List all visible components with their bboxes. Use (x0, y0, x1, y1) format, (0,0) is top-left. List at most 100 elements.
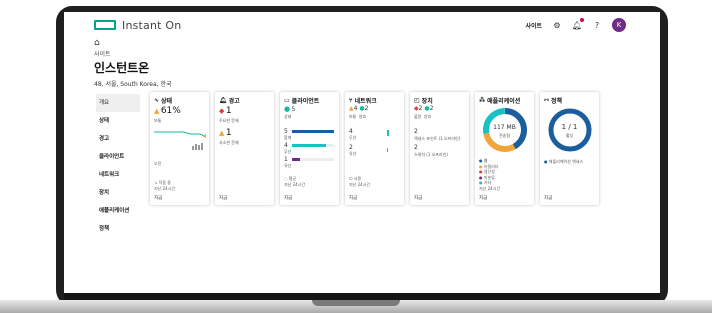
network-note: ⌬ 사용 지난 24시간 (349, 176, 371, 187)
clients-row: 1 유선 (284, 156, 336, 169)
sidebar-item-status[interactable]: 상태 (96, 112, 140, 130)
clients-bar-fill (292, 130, 334, 133)
network-count-labels: 보통 양호 (349, 114, 367, 119)
page-header: ⌂ 사이트 인스턴트온 48, 서울, South Korea, 한국 (94, 38, 172, 88)
clock-icon: ◌ (284, 176, 288, 181)
sidebar-item-overview[interactable]: 개요 (96, 94, 140, 112)
laptop-icon: ▭ (284, 97, 290, 104)
policy-ratio: 1 / 1 (561, 123, 578, 131)
alerts-minor: ▲ 1 (219, 128, 232, 138)
status-note: ↘ 작동 중 지난 24시간 (154, 180, 176, 191)
applications-card-title: ⁂ 애플리케이션 (479, 97, 521, 105)
bell-icon: 🔔︎ (219, 97, 227, 104)
site-location: 48, 서울, South Korea, 한국 (94, 81, 172, 88)
clients-count: ● 5 (284, 105, 296, 113)
sidebar-item-devices[interactable]: 장치 (96, 184, 140, 202)
devices-ap-value: 2 (414, 128, 418, 135)
status-card-footer: 지금 (154, 196, 163, 201)
sidebar-item-clients[interactable]: 클라이언트 (96, 148, 140, 166)
devices-switch-value: 2 (414, 144, 418, 151)
policy-ratio-label: 활성 (565, 133, 574, 138)
brand-logo-icon (94, 20, 116, 30)
applications-total: 117 MB (493, 124, 516, 131)
avatar[interactable]: K (612, 18, 626, 32)
clients-card-title: ▭ 클라이언트 (284, 97, 320, 105)
overview-cards: ∿ 상태 ▲ 61% 보통 오전 ↘ 작동 중 지난 24시간 지금 🔔︎ 경고 ◆ … (150, 92, 599, 205)
alerts-major: ◆ 1 (219, 106, 232, 116)
network-wired-label: 유선 (349, 151, 357, 156)
top-right-controls: 사이트 ⚙ 🔔︎ ? K (525, 18, 626, 32)
trend-icon: ↘ (154, 180, 158, 185)
brand-name: Instant On (122, 18, 182, 32)
pulse-icon: ∿ (154, 97, 160, 104)
network-wired-value: 2 (349, 144, 353, 151)
device-icon: ◰ (414, 97, 420, 104)
sidebar-item-applications[interactable]: 애플리케이션 (96, 202, 140, 220)
devices-count-labels: 불량 양호 (414, 114, 432, 119)
clients-bar-wireless (292, 144, 334, 147)
devices-switch-label: 스위치 (1 오프라인) (414, 152, 448, 157)
sidebar-nav: 개요 상태 경고 클라이언트 네트워크 장치 애플리케이션 정책 (96, 94, 140, 238)
status-sub: 보통 (154, 118, 162, 123)
devices-card-footer: 지금 (414, 196, 423, 201)
alerts-card-title: 🔔︎ 경고 (219, 97, 240, 105)
network-wireless-value: 4 (349, 128, 353, 135)
usage-icon: ⌬ (349, 176, 353, 181)
status-x-label: 오전 (154, 161, 162, 166)
notification-dot (580, 18, 584, 22)
clients-card-footer: 지금 (284, 196, 293, 201)
devices-card[interactable]: ◰ 장치 ◆2 ●2 불량 양호 2 액세스 포인트 (1 오프라인) 2 스위치… (410, 92, 469, 205)
alerts-card-footer: 지금 (219, 196, 228, 201)
sidebar-item-alerts[interactable]: 경고 (96, 130, 140, 148)
status-card-title: ∿ 상태 (154, 97, 173, 105)
home-icon[interactable]: ⌂ (94, 38, 172, 48)
clients-note: ◌ 평균 지난 24시간 (284, 176, 306, 187)
clients-bar-wired (292, 158, 334, 161)
alerts-card[interactable]: 🔔︎ 경고 ◆ 1 주요한 문제 ▲ 1 사소한 문제 지금 (215, 92, 274, 205)
clients-bar-total (292, 130, 334, 133)
network-card-footer: 지금 (349, 196, 358, 201)
status-card[interactable]: ∿ 상태 ▲ 61% 보통 오전 ↘ 작동 중 지난 24시간 지금 (150, 92, 209, 205)
major-issue-icon: ◆ (219, 107, 225, 115)
gear-icon[interactable]: ⚙ (552, 20, 562, 30)
status-dot-icon: ● (284, 105, 291, 113)
minor-issue-icon: ▲ (219, 129, 225, 137)
applications-card-footer: 지금 (479, 196, 488, 201)
policy-card-footer: 지금 (544, 196, 553, 201)
applications-note: 지난 24시간 (479, 185, 501, 191)
policy-card[interactable]: ⚯ 정책 1 / 1 활성 ● 애플리케이션 액세스 지금 (540, 92, 599, 205)
bell-icon[interactable]: 🔔︎ (572, 18, 584, 30)
clients-bar-fill (292, 144, 326, 147)
policy-card-title: ⚯ 정책 (544, 97, 563, 105)
applications-card[interactable]: ⁂ 애플리케이션 117 MB 전송됨 ● 웹 ● 유틸리티 ● 생산성 ● 미분… (475, 92, 534, 205)
network-wireless-label: 무선 (349, 135, 357, 140)
status-trend-chart (154, 131, 206, 150)
network-card[interactable]: ⑂ 네트워크 ▲4 ●2 보통 양호 4 무선 2 유선 ⌬ 사용 지난 24시간 … (345, 92, 404, 205)
devices-counts: ◆2 ●2 (414, 105, 434, 112)
clients-card[interactable]: ▭ 클라이언트 ● 5 상태 5 합계 4 무선 1 유선 ◌ 평균 지난 24시간… (280, 92, 339, 205)
sidebar-item-network[interactable]: 네트워크 (96, 166, 140, 184)
alerts-minor-label: 사소한 문제 (219, 140, 239, 145)
sidebar-item-policy[interactable]: 정책 (96, 220, 140, 238)
breadcrumb[interactable]: 사이트 (94, 49, 172, 58)
network-card-title: ⑂ 네트워크 (349, 97, 377, 105)
network-icon: ⑂ (349, 97, 353, 104)
clients-row: 4 무선 (284, 142, 336, 155)
network-counts: ▲4 ●2 (349, 105, 369, 112)
network-usage-bar (387, 148, 388, 152)
alerts-major-label: 주요한 문제 (219, 118, 239, 123)
applications-total-label: 전송됨 (498, 133, 511, 138)
policy-icon: ⚯ (544, 97, 550, 104)
network-usage-bar (387, 130, 389, 136)
app-screen: Instant On 사이트 ⚙ 🔔︎ ? K ⌂ 사이트 인스턴트온 48, … (64, 12, 660, 300)
devices-ap-label: 액세스 포인트 (1 오프라인) (414, 136, 461, 141)
clients-count-label: 상태 (284, 114, 292, 119)
status-score: ▲ 61% (154, 106, 181, 116)
policy-legend: ● 애플리케이션 액세스 (544, 159, 584, 164)
help-icon[interactable]: ? (592, 20, 602, 30)
clients-bar-fill (292, 158, 301, 161)
warning-icon: ▲ (154, 107, 160, 115)
laptop-notch (312, 300, 400, 306)
site-menu-label[interactable]: 사이트 (525, 21, 542, 30)
top-bar: Instant On 사이트 ⚙ 🔔︎ ? K (64, 12, 660, 38)
